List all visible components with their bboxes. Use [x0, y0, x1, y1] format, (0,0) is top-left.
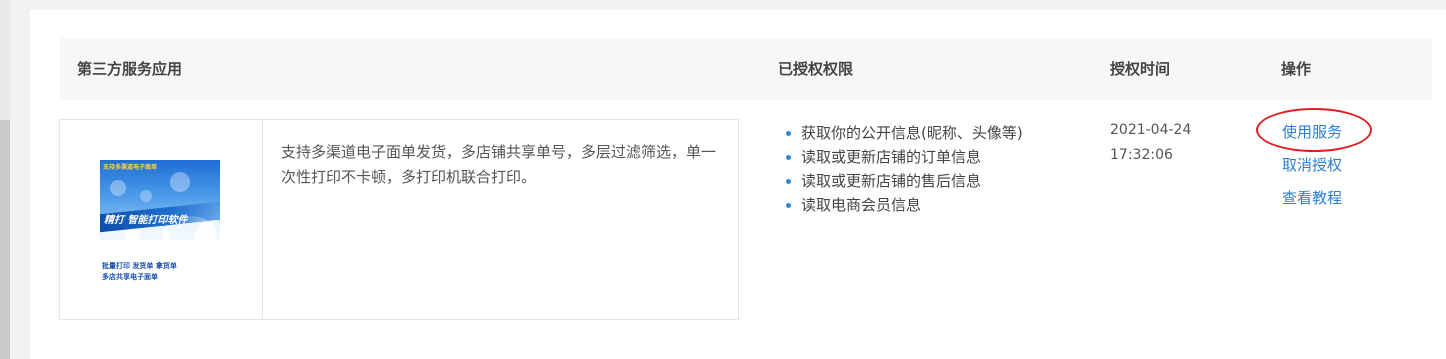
table-header: 第三方服务应用 已授权权限 授权时间 操作	[60, 38, 1432, 100]
auth-date: 2021-04-24	[1110, 122, 1192, 138]
use-service-link[interactable]: 使用服务	[1282, 121, 1342, 142]
permission-item: 获取你的公开信息(昵称、头像等)	[783, 121, 1023, 145]
thumbnail-top-text: 支持多渠道电子面单	[103, 164, 158, 171]
app-logo-image: 支持多渠道电子面单 精打 智能打印软件 批量打印 发货单 拿货单 多店共享电子面…	[100, 160, 220, 305]
bullet-icon	[786, 203, 791, 208]
revoke-authorization-link[interactable]: 取消授权	[1282, 154, 1342, 175]
view-tutorial-link[interactable]: 查看教程	[1282, 187, 1342, 208]
header-app: 第三方服务应用	[77, 60, 183, 78]
thumbnail-caption: 批量打印 发货单 拿货单 多店共享电子面单	[102, 261, 177, 283]
thumbnail-band-text: 精打 智能打印软件	[104, 215, 188, 226]
permission-text: 读取或更新店铺的订单信息	[801, 148, 982, 166]
permission-text: 获取你的公开信息(昵称、头像等)	[801, 124, 1023, 142]
permission-item: 读取电商会员信息	[783, 193, 1023, 217]
scrollbar-thumb[interactable]	[0, 120, 10, 359]
thumbnail-sky: 支持多渠道电子面单 精打 智能打印软件	[100, 160, 220, 240]
permission-list: 获取你的公开信息(昵称、头像等) 读取或更新店铺的订单信息 读取或更新店铺的售后…	[783, 121, 1023, 217]
bullet-icon	[786, 179, 791, 184]
permission-item: 读取或更新店铺的售后信息	[783, 169, 1023, 193]
bullet-icon	[786, 131, 791, 136]
thumbnail-caption-line1: 批量打印 发货单 拿货单	[102, 262, 177, 270]
permission-text: 读取电商会员信息	[801, 196, 922, 214]
app-description: 支持多渠道电子面单发货，多店铺共享单号，多层过滤筛选，单一次性打印不卡顿，多打印…	[281, 143, 717, 186]
header-permissions: 已授权权限	[778, 60, 854, 78]
header-actions: 操作	[1281, 60, 1312, 78]
auth-time: 17:32:06	[1110, 147, 1173, 163]
thumbnail-caption-line2: 多店共享电子面单	[102, 273, 158, 281]
permission-item: 读取或更新店铺的订单信息	[783, 145, 1023, 169]
header-auth-time: 授权时间	[1110, 60, 1171, 78]
permission-text: 读取或更新店铺的售后信息	[801, 172, 982, 190]
bullet-icon	[786, 155, 791, 160]
app-card: 支持多渠道电子面单 精打 智能打印软件 批量打印 发货单 拿货单 多店共享电子面…	[59, 119, 739, 320]
app-thumbnail: 支持多渠道电子面单 精打 智能打印软件 批量打印 发货单 拿货单 多店共享电子面…	[60, 120, 263, 319]
